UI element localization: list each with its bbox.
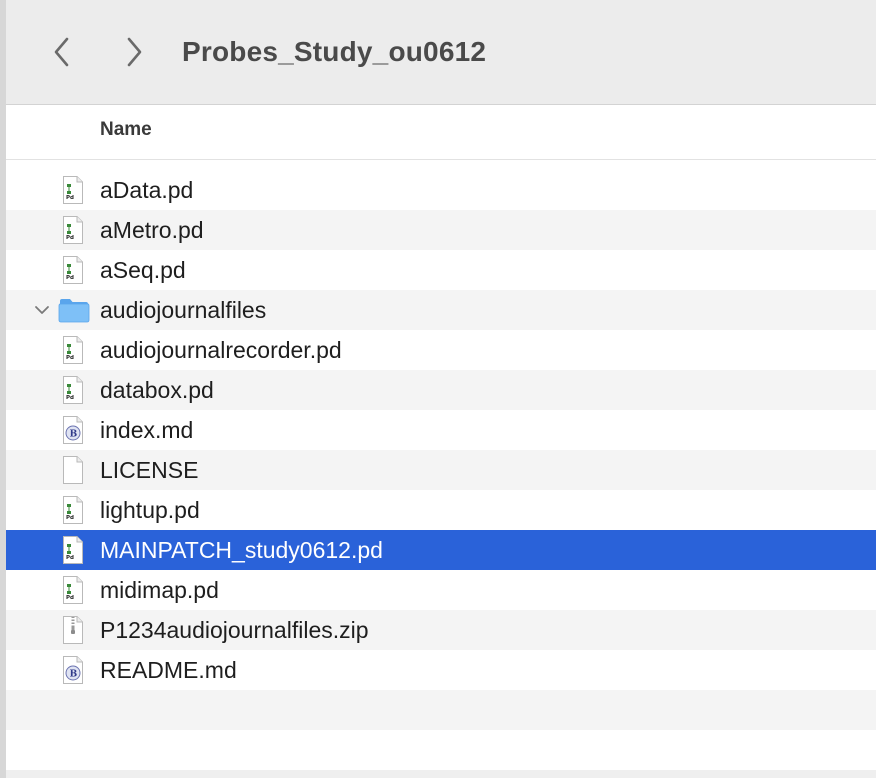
column-header: Name: [6, 105, 876, 160]
file-name: aData.pd: [100, 177, 194, 203]
folder-row[interactable]: audiojournalfiles: [6, 290, 876, 330]
file-name: P1234audiojournalfiles.zip: [100, 617, 369, 643]
window-title: Probes_Study_ou0612: [182, 36, 487, 67]
toolbar: Probes_Study_ou0612: [6, 0, 876, 105]
file-row-selected[interactable]: MAINPATCH_study0612.pd: [6, 530, 876, 570]
file-row[interactable]: LICENSE: [6, 450, 876, 490]
file-row[interactable]: index.md: [6, 410, 876, 450]
forward-button[interactable]: [116, 30, 152, 74]
file-row[interactable]: aMetro.pd: [6, 210, 876, 250]
file-row[interactable]: audiojournalrecorder.pd: [6, 330, 876, 370]
file-row[interactable]: midimap.pd: [6, 570, 876, 610]
pd-file-icon: [61, 535, 85, 565]
pd-file-icon: [61, 215, 85, 245]
file-row[interactable]: P1234audiojournalfiles.zip: [6, 610, 876, 650]
file-name: audiojournalrecorder.pd: [100, 337, 342, 363]
markdown-file-icon: [61, 415, 85, 445]
pd-file-icon: [61, 375, 85, 405]
file-name: LICENSE: [100, 457, 199, 483]
bottom-edge: [6, 770, 876, 778]
file-row[interactable]: aData.pd: [6, 170, 876, 210]
folder-name: audiojournalfiles: [100, 297, 267, 323]
pd-file-icon: [61, 255, 85, 285]
pd-file-icon: [61, 575, 85, 605]
file-name: aSeq.pd: [100, 257, 186, 283]
file-row[interactable]: lightup.pd: [6, 490, 876, 530]
file-name: midimap.pd: [100, 577, 219, 603]
file-name: databox.pd: [100, 377, 214, 403]
file-name: lightup.pd: [100, 497, 200, 523]
markdown-file-icon: [61, 655, 85, 685]
file-list: aData.pd aMetro.pd aSeq.pd audiojournalf…: [6, 170, 876, 730]
pd-file-icon: [61, 495, 85, 525]
file-row[interactable]: databox.pd: [6, 370, 876, 410]
pd-file-icon: [61, 175, 85, 205]
blank-file-icon: [61, 455, 85, 485]
name-column-header[interactable]: Name: [100, 119, 152, 141]
empty-row: [6, 690, 876, 730]
file-row[interactable]: aSeq.pd: [6, 250, 876, 290]
file-name: MAINPATCH_study0612.pd: [100, 537, 383, 563]
pd-file-icon: [61, 335, 85, 365]
folder-icon: [58, 299, 90, 323]
chevron-down-icon[interactable]: [32, 300, 52, 320]
chevron-left-icon: [54, 37, 69, 67]
file-row[interactable]: README.md: [6, 650, 876, 690]
file-name: index.md: [100, 417, 194, 443]
file-name: README.md: [100, 657, 237, 683]
zip-file-icon: [61, 615, 85, 645]
chevron-right-icon: [127, 37, 142, 67]
back-button[interactable]: [44, 30, 80, 74]
file-name: aMetro.pd: [100, 217, 204, 243]
